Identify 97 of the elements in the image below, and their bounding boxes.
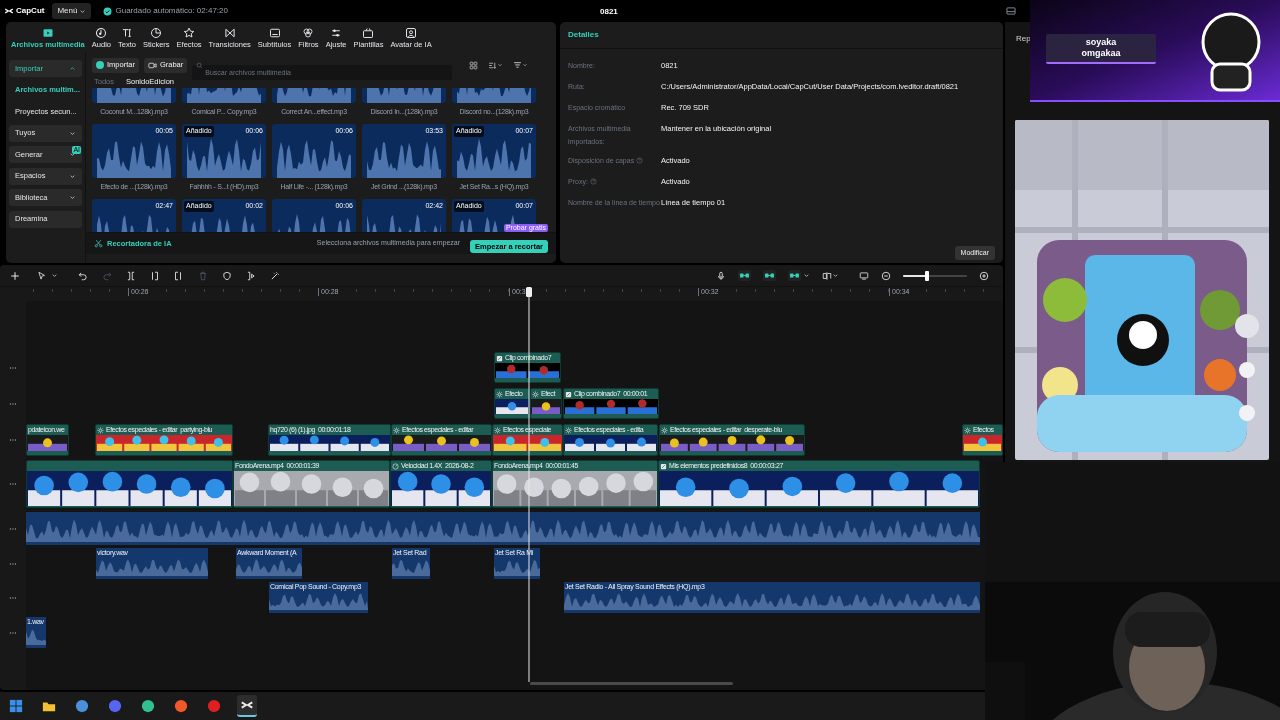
caret-icon xyxy=(79,7,87,15)
autosave-status: Guardado automático: 02:47:20 xyxy=(115,5,228,17)
track-menu-button[interactable] xyxy=(9,436,17,444)
panel-tab[interactable]: Rep xyxy=(1016,33,1031,45)
effect-icon xyxy=(496,390,503,398)
template-icon xyxy=(362,26,375,39)
filter-icon xyxy=(513,60,523,70)
zoom-in-icon xyxy=(979,270,989,281)
caret-icon xyxy=(832,272,839,279)
link-toggle[interactable] xyxy=(763,270,776,281)
sort-icon xyxy=(488,60,498,70)
sort-button[interactable] xyxy=(488,60,504,70)
windows-icon xyxy=(9,699,23,713)
check-icon xyxy=(103,6,113,16)
dropdown-button[interactable] xyxy=(803,272,810,279)
chevron-down-icon xyxy=(69,194,76,201)
filter-button[interactable] xyxy=(513,60,529,70)
split-icon xyxy=(126,270,136,281)
disc-icon xyxy=(95,26,108,39)
sliders-icon xyxy=(330,26,343,39)
trim-left-icon xyxy=(150,270,160,281)
wand-icon xyxy=(270,270,280,281)
cursor-icon xyxy=(37,270,47,281)
speed-icon xyxy=(392,462,399,470)
more-icon xyxy=(9,436,17,444)
chevron-down-icon xyxy=(69,129,76,137)
caret-icon xyxy=(497,62,504,68)
waveform xyxy=(392,557,430,576)
compound-icon xyxy=(496,354,503,362)
avatar-icon xyxy=(405,26,418,39)
caret-icon xyxy=(522,62,529,68)
subtitle-icon xyxy=(268,26,281,39)
name-text: soyaka xyxy=(1085,37,1117,48)
plus-icon xyxy=(96,61,104,69)
caret-icon xyxy=(51,272,58,279)
more-icon xyxy=(9,480,17,488)
scissors-icon xyxy=(94,239,103,248)
track-menu-button[interactable] xyxy=(9,480,17,488)
layout-icon xyxy=(1006,6,1016,16)
caret-icon xyxy=(803,272,810,279)
menu-button[interactable]: Menú xyxy=(52,3,92,19)
delete-icon xyxy=(198,270,208,281)
text-icon xyxy=(120,26,133,39)
chevron-down-icon xyxy=(69,151,76,158)
name-text: omgakaa xyxy=(1081,48,1121,59)
mic-button[interactable] xyxy=(716,270,726,281)
effect-icon xyxy=(532,390,539,398)
transition-icon xyxy=(223,26,236,39)
filter-icon xyxy=(302,26,315,39)
sticker-icon xyxy=(150,26,163,39)
waveform xyxy=(236,557,302,576)
link-icon xyxy=(764,270,775,281)
taskbar-app[interactable] xyxy=(237,695,257,717)
panel-title: Detalles xyxy=(568,29,599,41)
shield-icon xyxy=(222,270,232,281)
effect-icon xyxy=(494,426,501,434)
undo-icon xyxy=(78,270,88,281)
zoom-out-icon xyxy=(881,270,891,281)
redo-icon xyxy=(102,270,112,281)
monitor-icon xyxy=(859,270,869,281)
slider-thumb[interactable] xyxy=(924,270,929,281)
chevron-down-icon xyxy=(69,172,76,180)
effect-icon xyxy=(565,426,572,434)
link-icon xyxy=(739,270,750,281)
mic-icon xyxy=(716,270,726,281)
compound-icon xyxy=(660,462,667,470)
compound-icon xyxy=(565,390,572,398)
logo-text: CapCut xyxy=(16,5,45,17)
layout-button[interactable] xyxy=(1006,6,1016,16)
video-clip[interactable] xyxy=(26,460,233,508)
waveform xyxy=(494,557,540,576)
grid-icon xyxy=(469,60,479,70)
split-screen-icon xyxy=(822,270,832,281)
zoom-in-button[interactable] xyxy=(979,270,989,281)
tool-button[interactable] xyxy=(150,270,160,281)
preview-axis-button[interactable] xyxy=(822,270,839,281)
freeze-icon xyxy=(246,270,256,281)
star-icon xyxy=(183,26,196,39)
link-icon xyxy=(789,270,800,281)
link-toggle[interactable] xyxy=(788,270,801,281)
tool-button[interactable] xyxy=(173,270,183,281)
project-title: 0821 xyxy=(600,6,618,18)
trim-right-icon xyxy=(173,270,183,281)
chevron-up-icon xyxy=(69,65,76,72)
effect-icon xyxy=(97,426,104,434)
add-icon xyxy=(10,270,20,281)
scrollbar[interactable] xyxy=(530,682,733,685)
zoom-out-button[interactable] xyxy=(881,270,891,281)
camera-icon xyxy=(147,60,157,70)
logo-icon xyxy=(4,6,14,16)
link-toggle[interactable] xyxy=(738,270,751,281)
tool-button[interactable] xyxy=(37,270,58,281)
monitor-button[interactable] xyxy=(859,270,869,281)
effect-icon xyxy=(661,426,668,434)
effect-icon xyxy=(964,426,971,434)
effect-icon xyxy=(393,426,400,434)
view-button[interactable] xyxy=(469,60,479,70)
